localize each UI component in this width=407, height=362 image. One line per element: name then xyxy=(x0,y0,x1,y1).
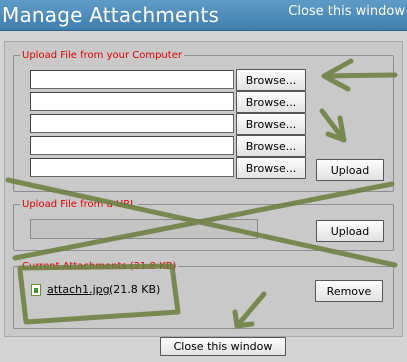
browse-button-2[interactable]: Browse... xyxy=(236,91,306,113)
title-bar: Manage Attachments Close this window xyxy=(0,0,407,31)
attachment-size: (21.8 KB) xyxy=(109,283,161,296)
file-path-input-5[interactable] xyxy=(30,158,234,177)
file-path-input-4[interactable] xyxy=(30,136,234,155)
file-path-input-1[interactable] xyxy=(30,70,234,89)
image-file-icon xyxy=(31,284,41,296)
browse-button-1[interactable]: Browse... xyxy=(236,69,306,91)
url-input[interactable] xyxy=(30,219,258,239)
close-window-link[interactable]: Close this window xyxy=(288,4,405,19)
browse-button-5[interactable]: Browse... xyxy=(236,157,306,179)
upload-url-button[interactable]: Upload xyxy=(316,220,384,242)
current-attachments-legend: Current Attachments (21.8 KB) xyxy=(22,261,177,272)
browse-button-3[interactable]: Browse... xyxy=(236,113,306,135)
upload-from-url-legend: Upload File from a URL xyxy=(22,199,136,210)
close-window-button[interactable]: Close this window xyxy=(160,337,286,356)
browse-button-4[interactable]: Browse... xyxy=(236,135,306,157)
window-title: Manage Attachments xyxy=(2,3,220,27)
upload-computer-button[interactable]: Upload xyxy=(316,159,384,181)
file-path-input-3[interactable] xyxy=(30,114,234,133)
attachment-name-link[interactable]: attach1.jpg xyxy=(47,283,110,296)
file-path-input-2[interactable] xyxy=(30,92,234,111)
remove-attachment-button[interactable]: Remove xyxy=(315,280,383,302)
upload-from-computer-legend: Upload File from your Computer xyxy=(22,50,182,61)
